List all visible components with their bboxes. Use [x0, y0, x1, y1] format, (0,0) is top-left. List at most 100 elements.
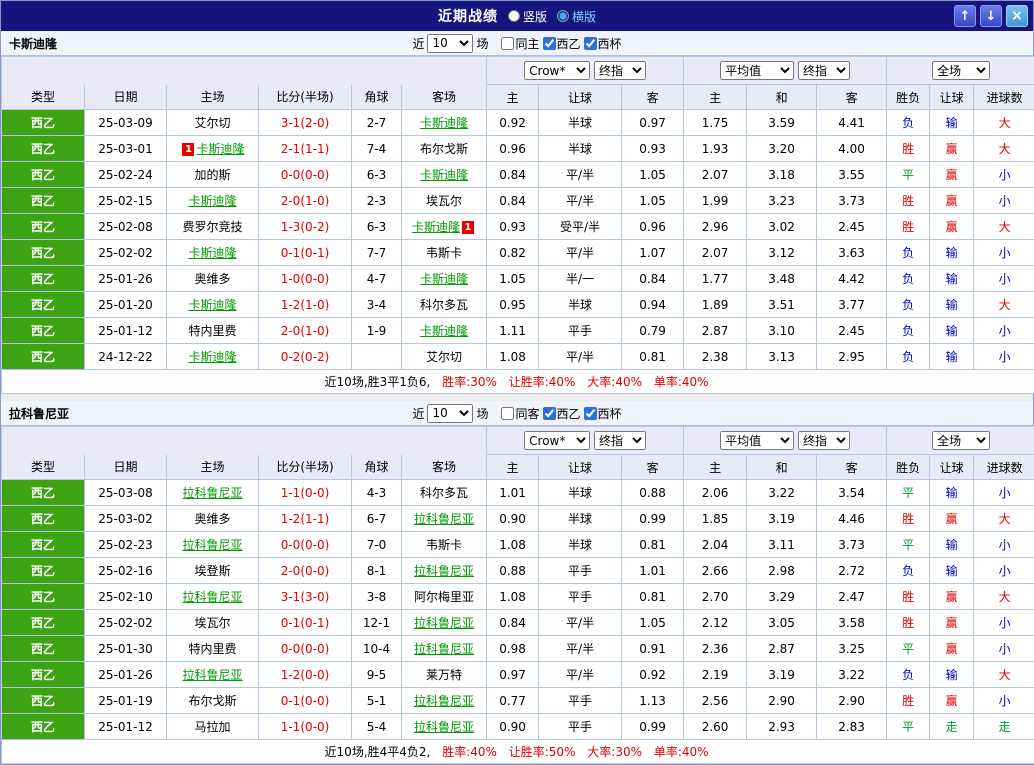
scope-select[interactable]: 全场: [932, 61, 990, 80]
cup-checkbox[interactable]: [584, 37, 597, 50]
summary-odd-goals-rate: 单率:40%: [654, 745, 709, 759]
col-avg-draw: 和: [747, 85, 817, 110]
team-link[interactable]: 拉科鲁尼亚: [182, 486, 242, 500]
team-name-wrap: 卡斯迪隆: [420, 324, 468, 338]
team-link[interactable]: 艾尔切: [194, 116, 230, 130]
team-link[interactable]: 卡斯迪隆: [420, 324, 468, 338]
team-link[interactable]: 卡斯迪隆: [188, 298, 236, 312]
odds-company-select[interactable]: Crow*: [524, 61, 590, 80]
score-cell: 2-0(0-0): [259, 558, 352, 584]
team-link[interactable]: 卡斯迪隆: [188, 246, 236, 260]
team-link[interactable]: 加的斯: [194, 168, 230, 182]
team-link[interactable]: 布尔戈斯: [188, 694, 236, 708]
avg-home-cell: 1.89: [684, 292, 747, 318]
result-cell: 胜: [887, 136, 930, 162]
avg-draw-cell: 3.59: [747, 110, 817, 136]
team-link[interactable]: 艾尔切: [426, 350, 462, 364]
league-checkbox[interactable]: [543, 407, 556, 420]
horizontal-radio[interactable]: [557, 10, 569, 22]
home-team-cell: 费罗尔竞技: [167, 214, 259, 240]
same-venue-checkbox[interactable]: [501, 407, 514, 420]
average-final-select[interactable]: 终指: [798, 431, 850, 450]
same-venue-checkbox[interactable]: [501, 37, 514, 50]
league-cell: 西乙: [2, 558, 85, 584]
team-link[interactable]: 卡斯迪隆: [420, 116, 468, 130]
odds-final-select[interactable]: 终指: [594, 431, 646, 450]
cup-checkbox[interactable]: [584, 407, 597, 420]
results-table: Crow* 终指 平均值 终指 全场 类型 日期 主场 比分(半场): [1, 426, 1034, 764]
team-link[interactable]: 特内里费: [188, 642, 236, 656]
avg-away-cell: 4.41: [817, 110, 887, 136]
home-team-cell: 埃登斯: [167, 558, 259, 584]
team-link[interactable]: 拉科鲁尼亚: [182, 590, 242, 604]
close-button[interactable]: ×: [1006, 5, 1028, 27]
team-link[interactable]: 拉科鲁尼亚: [414, 642, 474, 656]
team-link[interactable]: 拉科鲁尼亚: [414, 616, 474, 630]
date-cell: 25-02-16: [85, 558, 167, 584]
header-spacer: [2, 57, 487, 85]
team-link[interactable]: 奥维多: [194, 512, 230, 526]
scope-select[interactable]: 全场: [932, 431, 990, 450]
team-link[interactable]: 特内里费: [188, 324, 236, 338]
move-down-button[interactable]: ↓: [980, 5, 1002, 27]
league-checkbox[interactable]: [543, 37, 556, 50]
team-link[interactable]: 布尔戈斯: [420, 142, 468, 156]
team-link[interactable]: 卡斯迪隆: [420, 272, 468, 286]
league-cell: 西乙: [2, 714, 85, 740]
team-link[interactable]: 费罗尔竞技: [182, 220, 242, 234]
team-link[interactable]: 拉科鲁尼亚: [182, 668, 242, 682]
team-link[interactable]: 卡斯迪隆: [188, 194, 236, 208]
team-link[interactable]: 埃登斯: [194, 564, 230, 578]
team-link[interactable]: 莱万特: [426, 668, 462, 682]
title-group: 近期战绩 竖版 横版: [438, 6, 596, 26]
team-link[interactable]: 埃瓦尔: [426, 194, 462, 208]
team-link[interactable]: 拉科鲁尼亚: [414, 694, 474, 708]
team-link[interactable]: 奥维多: [194, 272, 230, 286]
odds-company-select[interactable]: Crow*: [524, 431, 590, 450]
vertical-radio[interactable]: [508, 10, 520, 22]
league-filter[interactable]: 西乙: [543, 35, 581, 52]
team-link[interactable]: 拉科鲁尼亚: [182, 538, 242, 552]
team-link[interactable]: 科尔多瓦: [420, 298, 468, 312]
home-team-cell: 1卡斯迪隆: [167, 136, 259, 162]
team-link[interactable]: 拉科鲁尼亚: [414, 564, 474, 578]
handicap-cell: 半球: [539, 110, 622, 136]
team-link[interactable]: 马拉加: [194, 720, 230, 734]
team-link[interactable]: 韦斯卡: [426, 538, 462, 552]
team-link[interactable]: 埃瓦尔: [194, 616, 230, 630]
average-final-select[interactable]: 终指: [798, 61, 850, 80]
match-count-select[interactable]: 10: [427, 404, 473, 423]
average-select[interactable]: 平均值: [720, 61, 794, 80]
match-row: 西乙25-02-02卡斯迪隆0-1(0-1)7-7韦斯卡0.82平/半1.072…: [2, 240, 1034, 266]
layout-radio-horizontal[interactable]: 横版: [557, 8, 596, 25]
team-name-wrap: 拉科鲁尼亚: [182, 668, 242, 682]
team-link[interactable]: 卡斯迪隆: [420, 168, 468, 182]
date-cell: 25-01-19: [85, 688, 167, 714]
column-header-row: 类型 日期 主场 比分(半场) 角球 客场 主 让球 客 主 和 客 胜负 让球…: [2, 85, 1034, 110]
league-filter[interactable]: 西乙: [543, 405, 581, 422]
team-link[interactable]: 卡斯迪隆: [412, 220, 460, 234]
team-link[interactable]: 拉科鲁尼亚: [414, 512, 474, 526]
team-link[interactable]: 卡斯迪隆: [188, 350, 236, 364]
odds-final-select[interactable]: 终指: [594, 61, 646, 80]
team-link[interactable]: 卡斯迪隆: [196, 142, 244, 156]
avg-away-cell: 3.55: [817, 162, 887, 188]
home-team-cell: 特内里费: [167, 318, 259, 344]
team-link[interactable]: 拉科鲁尼亚: [414, 720, 474, 734]
average-select[interactable]: 平均值: [720, 431, 794, 450]
avg-draw-cell: 3.18: [747, 162, 817, 188]
match-count-select[interactable]: 10: [427, 34, 473, 53]
team-link[interactable]: 科尔多瓦: [420, 486, 468, 500]
home-team-cell: 卡斯迪隆: [167, 344, 259, 370]
layout-radio-vertical[interactable]: 竖版: [508, 8, 547, 25]
home-team-cell: 卡斯迪隆: [167, 240, 259, 266]
team-link[interactable]: 韦斯卡: [426, 246, 462, 260]
handicap-result-cell: 输: [930, 110, 974, 136]
move-up-button[interactable]: ↑: [954, 5, 976, 27]
cup-filter[interactable]: 西杯: [584, 35, 622, 52]
result-cell: 负: [887, 318, 930, 344]
same-venue-filter[interactable]: 同客: [501, 405, 539, 422]
same-venue-filter[interactable]: 同主: [501, 35, 539, 52]
team-link[interactable]: 阿尔梅里亚: [414, 590, 474, 604]
cup-filter[interactable]: 西杯: [584, 405, 622, 422]
